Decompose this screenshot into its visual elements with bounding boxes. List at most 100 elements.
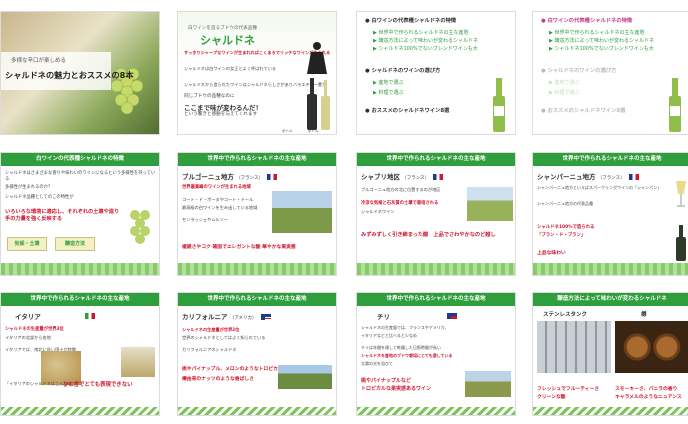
agenda-item-6: 産地で選ぶ [554,80,580,86]
region-name: ブルゴーニュ地方 （フランス） [182,171,278,181]
slide-11-line4: 太陽の光を浴びて [361,361,393,366]
slide-1-title[interactable]: 多様な辛口が楽しめる シャルドネの魅力とおススメの8本 [0,11,160,135]
barrel-desc-a: スモーキーさ、バニラの香り [615,387,678,392]
slide-header: 白ワインの代表種シャルドネの特徴 [1,153,159,166]
stainless-tank-photo [537,321,611,373]
slide-5-characteristics[interactable]: 白ワインの代表種シャルドネの特徴 シャルドネはさまざまな香りや味わいのワインにな… [0,152,160,276]
leaf-border [357,263,515,275]
region-label: カリフォルニア [182,313,228,321]
country-label: （フランス） [597,176,625,181]
slide-8-champagne[interactable]: 世界中で作られるシャルドネの主な産地 シャンパーニュ地方 （フランス） シャンパ… [532,152,688,276]
agenda-item-4: シャルドネ100%でないブレンドワインも大 [554,46,654,52]
slide-7-line3: シャルドネワイン [361,209,395,214]
slide-2-chardonnay[interactable]: 白ワインを造るブドウの代表品種 シャルドネ すっきりシャープなワインが生まれれば… [177,11,337,135]
agenda-item-8: おススメのシャルドネワイン8選 [371,108,450,114]
slide-11-highlight3: トロピカルな果実感あるワイン [361,386,432,392]
slide-11-chile[interactable]: 世界中で作られるシャルドネの主な産地 チリ シャルドネの生産量では、フランスやア… [356,292,516,416]
stainless-desc-a: フレッシュでフルーティーさ [537,387,600,392]
agenda-sub-3: ▶ シャルドネ100%でないブレンドワインも大 [549,46,654,52]
bottle-photo [121,347,155,377]
vineyard-photo [467,187,513,221]
agenda-heading-3: ● おススメのシャルドネワイン8選 [365,108,450,114]
agenda-sub-1: ▶ 世界中で作られるシャルドネの主な産地 [549,30,645,36]
leaf-border [178,407,336,415]
region-name: チリ [377,311,390,321]
slide-11-line3: チリは年間を通して乾燥した日照時間が長い [361,345,441,350]
stainless-desc-b: クリーンな酸 [537,395,566,400]
slide-9-italy[interactable]: 世界中で作られるシャルドネの主な産地 イタリア シャルドネの生産量が世界3位 イ… [0,292,160,416]
slide-4-agenda-highlight[interactable]: ● 白ワインの代表種シャルドネの特徴 ▶ 世界中で作られるシャルドネの主な産地 … [532,11,688,135]
region-name: カリフォルニア （アメリカ） [182,311,271,321]
region-label: ブルゴーニュ地方 [182,173,234,181]
wine-bottle-icon [669,78,681,132]
slide-7-chablis[interactable]: 世界中で作られるシャルドネの主な産地 シャブリ地区 （フランス） ブルゴーニュ地… [356,152,516,276]
france-flag-icon [433,174,444,180]
bottle-label-2: ボトル [308,129,319,133]
country-label: （アメリカ） [229,316,257,321]
slide-12-brewing[interactable]: 醸造方法によって味わいが変わるシャルドネ ステンレスタンク 樽 フレッシュでフル… [532,292,688,416]
slide-2-line5: という驚きと感動を与えてくれます [184,112,258,117]
country-text: フランス [240,176,259,181]
agenda-item-6: 産地で選ぶ [378,80,404,86]
leaf-border [178,263,336,275]
slide-11-line1: シャルドネの生産量では、フランスやアメリカ、 [361,325,449,330]
slide-6-bourgogne[interactable]: 世界中で作られるシャルドネの主な産地 ブルゴーニュ地方 （フランス） 世界最高峰… [177,152,337,276]
slide-header: 世界中で作られるシャルドネの主な産地 [533,153,688,166]
slide-6-line2: コート・ド・ボーヌやコート・ドール [182,197,254,202]
agenda-sub-5: ▶ 料理で選ぶ [373,90,404,96]
slide-1-kicker: 多様な辛口が楽しめる [11,58,67,64]
slide-5-highlight: いろいろな環境に適応し、それぞれの土壌や造り手の力量を強く反映する [5,209,120,222]
agenda-item-7: 料理で選ぶ [554,90,580,96]
slide-9-line1: シャルドネの生産量が世界3位 [5,327,64,332]
country-text: アメリカ [234,316,253,321]
highlight-1: 複雑さやコク [182,245,211,250]
slide-1-title-text: シャルドネの魅力とおススメの8本 [5,70,134,80]
slide-8-highlight-a: シャルドネ100%で造られる [537,225,595,230]
slide-header: 世界中で作られるシャルドネの主な産地 [357,153,515,166]
region-label: チリ [377,313,390,321]
highlight-2: 確固でエレガントな酸 [212,245,261,250]
agenda-item-2: 世界中で作られるシャルドネの主な産地 [554,30,645,36]
slide-header: 世界中で作られるシャルドネの主な産地 [1,293,159,306]
italy-flag-icon [85,313,95,319]
country-label: （フランス） [402,176,430,181]
slide-7-line1: ブルゴーニュ地方の北に位置するのが地区 [361,187,441,192]
slide-6-line3: 最高級の白ワインを生み出している地域 [182,205,258,210]
slide-5-line1: シャルドネはさまざまな香りや味わいのワインになるという多様性を持っている [5,171,157,183]
agenda-heading-2: ● シャルドネのワインの選び方 [365,68,441,74]
slide-8-line1: シャンパーニュ地方といえばスパークリングワインの「シャンパン」 [537,185,662,190]
agenda-sub-2: ▶ 醸造方法によって味わいが変わるシャルドネ [549,38,655,44]
agenda-sub-3: ▶ シャルドネ100%でないブレンドワインも大 [373,46,478,52]
france-flag-icon [628,174,639,180]
slide-header: 醸造方法によって味わいが変わるシャルドネ [533,293,688,306]
wine-bottle-icon [493,78,505,132]
vineyard-photo [465,371,511,397]
agenda-item-2: 世界中で作られるシャルドネの主な産地 [378,30,469,36]
region-label: シャブリ地区 [361,173,400,181]
country-label: （フランス） [236,176,264,181]
slide-3-agenda[interactable]: ● 白ワインの代表種シャルドネの特徴 ▶ 世界中で作られるシャルドネの主な産地 … [356,11,516,135]
region-name: イタリア [15,311,41,321]
slide-10-highlight2: 樽由来のナッツのような香ばしさ [182,377,254,382]
bottle-label-1: ボトル [282,129,293,133]
climate-soil-button[interactable]: 気候・土壌 [7,237,47,251]
grape-icon [130,210,150,244]
slide-2-title: シャルドネ [200,34,255,47]
slide-grid: 多様な辛口が楽しめる シャルドネの魅力とおススメの8本 白ワインを造るブドウの代… [0,0,688,424]
slide-5-line2: 多様性が生まれるのか？ [5,185,53,190]
brewing-method-button[interactable]: 醸造方法 [55,237,95,251]
highlight-3: 華やかな果実感 [262,245,296,250]
leaf-border [357,407,515,415]
barrel-desc-b: キャラメルのようなニュアンス [615,395,682,400]
agenda-item-3: 醸造方法によって味わいが変わるシャルドネ [554,38,655,44]
stainless-label: ステンレスタンク [543,312,588,318]
slide-10-line2: 世界のシャルドネとしてはよく知られている [182,335,266,340]
leaf-border [1,407,159,415]
agenda-sub-1: ▶ 世界中で作られるシャルドネの主な産地 [373,30,469,36]
slide-8-highlight-b: 「ブラン・ド・ブラン」 [537,233,586,238]
barrel-photo [615,321,688,373]
slide-10-california[interactable]: 世界中で作られるシャルドネの主な産地 カリフォルニア （アメリカ） シャルドネの… [177,292,337,416]
wine-bottle-icon [307,78,330,130]
region-name: シャブリ地区 （フランス） [361,171,444,181]
country-text: フランス [602,176,621,181]
